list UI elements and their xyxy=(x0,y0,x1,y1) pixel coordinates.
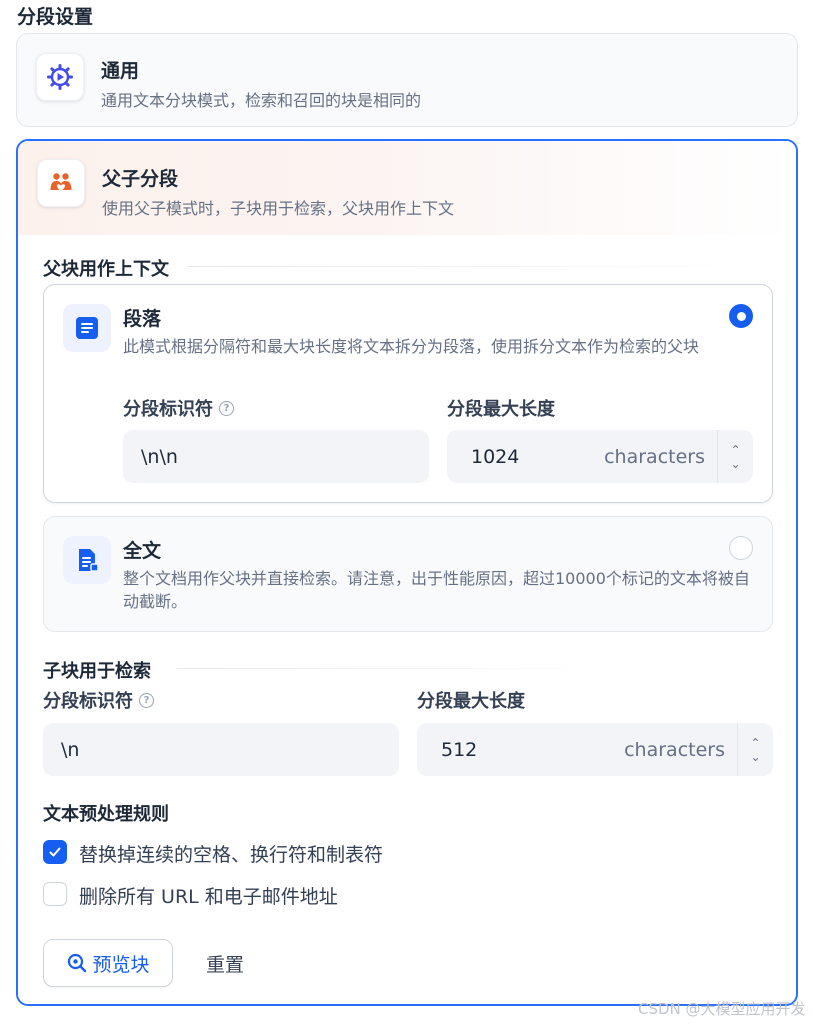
full-doc-option[interactable]: 全文 整个文档用作父块并直接检索。请注意，出于性能原因，超过10000个标记的文… xyxy=(43,516,773,632)
paragraph-radio[interactable] xyxy=(729,304,753,328)
parent-maxlen-stepper[interactable]: ⌃ ⌄ xyxy=(717,430,753,483)
preview-chunks-button[interactable]: 预览块 xyxy=(43,939,173,987)
replace-spaces-label[interactable]: 替换掉连续的空格、换行符和制表符 xyxy=(79,840,383,867)
watermark: CSDN @大模型应用开发 xyxy=(638,1000,806,1018)
parent-child-mode-card[interactable]: 父子分段 使用父子模式时，子块用于检索，父块用作上下文 父块用作上下文 段落 此… xyxy=(16,139,798,1006)
child-maxlen-value: 512 xyxy=(441,738,478,761)
paragraph-icon xyxy=(63,304,111,352)
chevron-down-icon[interactable]: ⌄ xyxy=(750,751,760,763)
parent-child-desc: 使用父子模式时，子块用于检索，父块用作上下文 xyxy=(102,199,455,218)
search-icon xyxy=(68,953,87,973)
parent-section-title: 父块用作上下文 xyxy=(43,259,169,280)
section-title: 分段设置 xyxy=(17,6,94,28)
child-delimiter-label: 分段标识符 ? xyxy=(43,687,154,713)
parent-delimiter-label-text: 分段标识符 xyxy=(123,399,213,420)
document-icon xyxy=(63,536,111,584)
family-icon xyxy=(37,159,85,207)
child-maxlen-unit: characters xyxy=(624,738,725,761)
reset-button[interactable]: 重置 xyxy=(206,950,244,977)
parent-child-title: 父子分段 xyxy=(102,168,179,190)
gear-play-icon xyxy=(36,53,84,101)
chevron-up-icon[interactable]: ⌃ xyxy=(750,737,760,749)
paragraph-option[interactable]: 段落 此模式根据分隔符和最大块长度将文本拆分为段落，使用拆分文本作为检索的父块 … xyxy=(43,284,773,503)
general-mode-card[interactable]: 通用 通用文本分块模式，检索和召回的块是相同的 xyxy=(16,33,798,127)
remove-urls-checkbox[interactable] xyxy=(43,882,67,906)
chevron-down-icon[interactable]: ⌄ xyxy=(730,458,740,470)
parent-maxlen-input[interactable]: 1024 characters ⌃ ⌄ xyxy=(447,430,753,483)
help-icon[interactable]: ? xyxy=(139,692,154,708)
parent-maxlen-value: 1024 xyxy=(471,445,520,468)
child-maxlen-input[interactable]: 512 characters ⌃ ⌄ xyxy=(417,723,773,776)
divider xyxy=(188,266,773,267)
divider xyxy=(176,668,631,669)
paragraph-desc: 此模式根据分隔符和最大块长度将文本拆分为段落，使用拆分文本作为检索的父块 xyxy=(123,337,700,356)
parent-child-header: 父子分段 使用父子模式时，子块用于检索，父块用作上下文 xyxy=(18,141,796,235)
replace-spaces-checkbox[interactable] xyxy=(43,840,67,864)
chevron-up-icon[interactable]: ⌃ xyxy=(730,444,740,456)
general-desc: 通用文本分块模式，检索和召回的块是相同的 xyxy=(101,91,422,110)
full-doc-title: 全文 xyxy=(123,540,162,562)
child-maxlen-stepper[interactable]: ⌃ ⌄ xyxy=(737,723,773,776)
parent-maxlen-label: 分段最大长度 xyxy=(447,399,555,420)
remove-urls-label[interactable]: 删除所有 URL 和电子邮件地址 xyxy=(79,882,338,909)
child-delimiter-label-text: 分段标识符 xyxy=(43,691,133,712)
preprocess-title: 文本预处理规则 xyxy=(43,804,169,825)
child-delimiter-input[interactable]: \n xyxy=(43,723,399,776)
child-maxlen-label: 分段最大长度 xyxy=(417,691,525,712)
child-section-title: 子块用于检索 xyxy=(43,661,151,682)
parent-delimiter-input[interactable]: \n\n xyxy=(123,430,429,483)
preview-chunks-label: 预览块 xyxy=(92,953,150,976)
full-doc-radio[interactable] xyxy=(729,536,753,560)
paragraph-title: 段落 xyxy=(123,308,162,330)
full-doc-desc: 整个文档用作父块并直接检索。请注意，出于性能原因，超过10000个标记的文本将被… xyxy=(123,569,750,611)
help-icon[interactable]: ? xyxy=(219,400,234,416)
parent-maxlen-unit: characters xyxy=(604,445,705,468)
check-icon xyxy=(49,847,61,857)
general-title: 通用 xyxy=(101,60,140,82)
parent-delimiter-label: 分段标识符 ? xyxy=(123,395,234,421)
